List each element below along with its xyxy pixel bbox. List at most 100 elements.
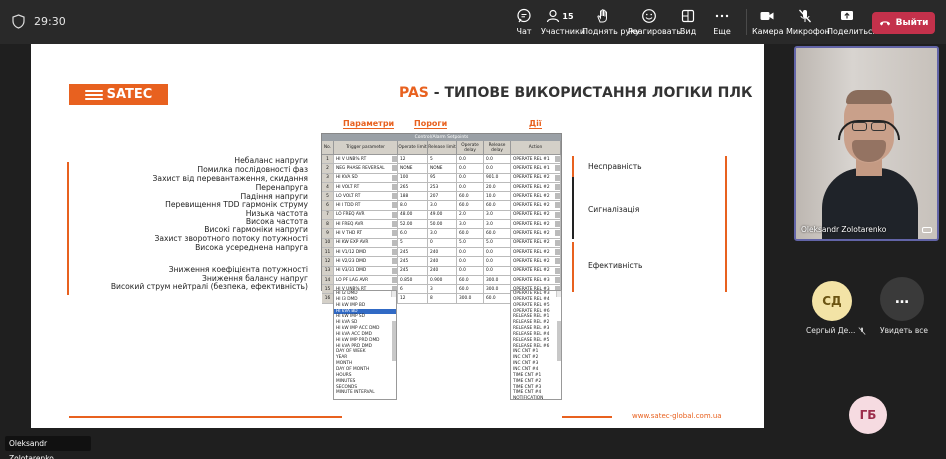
table-cell[interactable]: 95 <box>428 173 457 182</box>
table-cell[interactable]: 300.0 <box>484 285 511 294</box>
participant-avatar[interactable]: СД <box>812 281 852 321</box>
table-cell[interactable]: 60.0 <box>457 201 484 210</box>
leave-button[interactable]: Выйти <box>872 12 935 34</box>
table-cell-select[interactable]: OPERATE REL #2 <box>511 192 561 201</box>
more-button[interactable]: Еще <box>708 8 736 40</box>
table-cell[interactable]: 0.0 <box>484 266 511 275</box>
table-cell[interactable]: 0.850 <box>398 275 428 285</box>
see-all-label[interactable]: Увидеть все <box>880 326 928 335</box>
table-cell-select[interactable]: OPERATE REL #2 <box>511 257 561 266</box>
table-cell-select[interactable]: OPERATE REL #2 <box>511 201 561 210</box>
table-cell[interactable]: 207 <box>428 192 457 201</box>
action-dropdown-list[interactable]: OPERATE REL #3 OPERATE REL #4 OPERATE REL … <box>510 290 562 400</box>
table-cell[interactable]: 60.0 <box>457 275 484 285</box>
table-cell-select[interactable]: NEG PHASE REVERSAL <box>334 164 398 173</box>
table-cell[interactable]: NONE <box>398 164 428 173</box>
table-cell-select[interactable]: LO VOLT RT <box>334 192 398 201</box>
table-cell[interactable]: 6 <box>398 285 428 294</box>
table-cell[interactable]: 300.0 <box>484 275 511 285</box>
table-cell[interactable]: 240 <box>428 247 457 257</box>
table-cell-select[interactable]: HI V3/31 DMD <box>334 266 398 275</box>
camera-button[interactable]: Камера <box>752 8 784 40</box>
table-cell-select[interactable]: OPERATE REL #2 <box>511 247 561 257</box>
table-cell[interactable]: 0.0 <box>457 247 484 257</box>
table-cell-select[interactable]: OPERATE REL #1 <box>511 164 561 173</box>
table-cell-select[interactable]: OPERATE REL #2 <box>511 229 561 238</box>
table-cell-select[interactable]: OPERATE REL #3 <box>511 275 561 285</box>
table-cell-select[interactable]: LO PF LAG AVR <box>334 275 398 285</box>
table-cell[interactable]: 245 <box>398 266 428 275</box>
table-cell[interactable]: 0.0 <box>484 155 511 164</box>
table-cell-select[interactable]: OPERATE REL #2 <box>511 210 561 220</box>
react-button[interactable]: Реагировать <box>628 8 681 40</box>
table-cell[interactable]: 300.0 <box>457 294 484 303</box>
table-cell[interactable]: 0.0 <box>457 182 484 192</box>
table-cell[interactable]: 265 <box>398 182 428 192</box>
table-cell[interactable]: 60.0 <box>457 229 484 238</box>
raise-hand-button[interactable]: Поднять руку <box>582 8 640 40</box>
table-cell-select[interactable]: HI VOLT RT <box>334 182 398 192</box>
mic-button[interactable]: Микрофон <box>786 8 830 40</box>
table-cell[interactable]: 0.0 <box>484 247 511 257</box>
table-cell-select[interactable]: OPERATE REL #1 <box>511 155 561 164</box>
table-cell[interactable]: 0.0 <box>457 155 484 164</box>
table-cell-select[interactable]: OPERATE REL #2 <box>511 238 561 247</box>
table-cell[interactable]: 0.0 <box>457 266 484 275</box>
see-all-participants-button[interactable]: … <box>880 277 924 321</box>
table-cell[interactable]: NONE <box>428 164 457 173</box>
table-cell-select[interactable]: HI FREQ AVR <box>334 220 398 229</box>
table-cell[interactable]: 3.0 <box>428 229 457 238</box>
trigger-parameter-dropdown-list[interactable]: HI I2 DMD HI I3 DMD HI kW IMP BD HI kVA BD H… <box>333 290 397 400</box>
table-cell[interactable]: 12 <box>398 155 428 164</box>
table-cell[interactable]: 60.0 <box>457 285 484 294</box>
table-cell[interactable]: 60.0 <box>484 294 511 303</box>
table-cell[interactable]: 240 <box>428 257 457 266</box>
table-cell[interactable]: 3.0 <box>457 220 484 229</box>
dropdown-option[interactable]: MINUTE INTERVAL <box>334 390 396 396</box>
view-button[interactable]: Вид <box>676 8 700 40</box>
dropdown-option[interactable]: NOTIFICATION <box>511 396 561 399</box>
table-cell[interactable]: 20.0 <box>484 182 511 192</box>
table-cell[interactable]: 0.0 <box>484 257 511 266</box>
table-cell[interactable]: 3.0 <box>428 201 457 210</box>
table-cell[interactable]: 5.0 <box>457 238 484 247</box>
table-cell[interactable]: 60.0 <box>484 229 511 238</box>
table-cell-select[interactable]: OPERATE REL #2 <box>511 220 561 229</box>
table-cell[interactable]: 0.0 <box>457 173 484 182</box>
table-cell[interactable]: 6.0 <box>398 229 428 238</box>
share-button[interactable]: Поделиться <box>827 8 877 40</box>
table-cell-select[interactable]: OPERATE REL #2 <box>511 266 561 275</box>
table-cell[interactable]: 0 <box>428 238 457 247</box>
table-cell[interactable]: 245 <box>398 257 428 266</box>
table-cell[interactable]: 253 <box>428 182 457 192</box>
presenter-video-tile[interactable]: Oleksandr Zolotarenko <box>794 46 939 241</box>
table-cell-select[interactable]: HI I TDD RT <box>334 201 398 210</box>
table-cell[interactable]: 0.900 <box>428 275 457 285</box>
table-cell[interactable]: 50.00 <box>428 220 457 229</box>
table-cell[interactable]: 0.0 <box>457 257 484 266</box>
dropdown-scrollbar[interactable] <box>556 291 561 360</box>
table-cell[interactable]: 3.0 <box>484 210 511 220</box>
table-cell-select[interactable]: LO FREQ AVR <box>334 210 398 220</box>
table-cell[interactable]: 245 <box>398 247 428 257</box>
table-cell[interactable]: 10.0 <box>484 192 511 201</box>
table-cell[interactable]: 12 <box>398 294 428 303</box>
table-cell-select[interactable]: HI V UNB% RT <box>334 155 398 164</box>
table-cell[interactable]: 49.00 <box>428 210 457 220</box>
table-cell[interactable]: 0.0 <box>484 164 511 173</box>
table-cell[interactable]: 0.0 <box>457 164 484 173</box>
table-cell[interactable]: 901.0 <box>484 173 511 182</box>
table-cell[interactable]: 8 <box>428 294 457 303</box>
table-cell[interactable]: 5 <box>428 155 457 164</box>
table-cell[interactable]: 188 <box>398 192 428 201</box>
table-cell[interactable]: 52.00 <box>398 220 428 229</box>
table-cell[interactable]: 100 <box>398 173 428 182</box>
table-cell-select[interactable]: OPERATE REL #2 <box>511 173 561 182</box>
table-cell-select[interactable]: HI KW EXP AVR <box>334 238 398 247</box>
table-cell[interactable]: 3 <box>428 285 457 294</box>
participants-button[interactable]: 15 Участники <box>541 8 585 40</box>
participant-avatar[interactable]: ГБ <box>849 396 887 434</box>
table-cell-select[interactable]: HI V THD RT <box>334 229 398 238</box>
table-cell[interactable]: 5.0 <box>484 238 511 247</box>
table-cell[interactable]: 2.0 <box>457 210 484 220</box>
